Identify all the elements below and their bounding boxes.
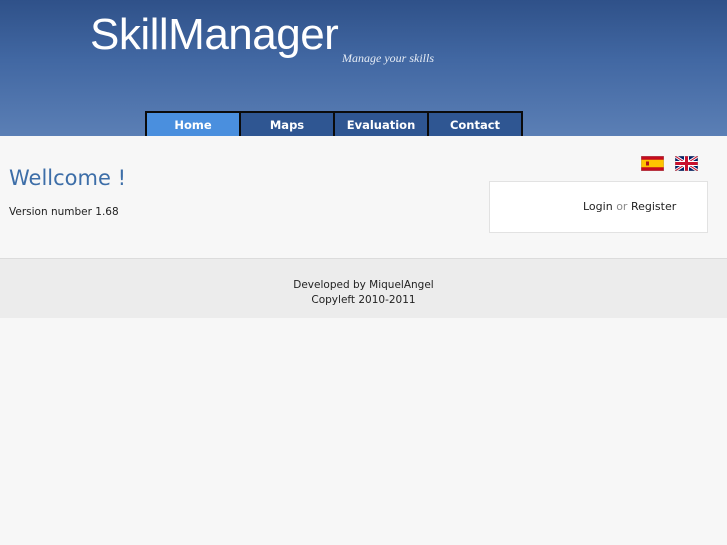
nav-item-home[interactable]: Home: [147, 113, 239, 136]
login-register-line: Login or Register: [583, 200, 676, 213]
login-link[interactable]: Login: [583, 200, 613, 213]
footer-copyleft: Copyleft 2010-2011: [311, 294, 416, 306]
version-text: Version number 1.68: [9, 206, 119, 218]
spain-flag-icon[interactable]: [641, 156, 664, 171]
welcome-heading: Wellcome !: [9, 166, 126, 190]
or-text: or: [616, 200, 628, 213]
nav-item-maps[interactable]: Maps: [241, 113, 333, 136]
site-footer: Developed by MiquelAngel Copyleft 2010-2…: [0, 258, 727, 318]
uk-flag-icon[interactable]: [675, 156, 698, 171]
login-panel: Login or Register: [489, 181, 708, 233]
site-title[interactable]: SkillManager: [90, 10, 339, 60]
register-link[interactable]: Register: [631, 200, 676, 213]
main-nav: Home Maps Evaluation Contact: [145, 111, 523, 138]
nav-item-contact[interactable]: Contact: [429, 113, 521, 136]
nav-item-evaluation[interactable]: Evaluation: [335, 113, 427, 136]
site-tagline: Manage your skills: [342, 51, 434, 65]
site-header: SkillManager Manage your skills Home Map…: [0, 0, 727, 138]
language-selector: [641, 156, 698, 171]
footer-developed-by: Developed by MiquelAngel: [293, 279, 434, 291]
